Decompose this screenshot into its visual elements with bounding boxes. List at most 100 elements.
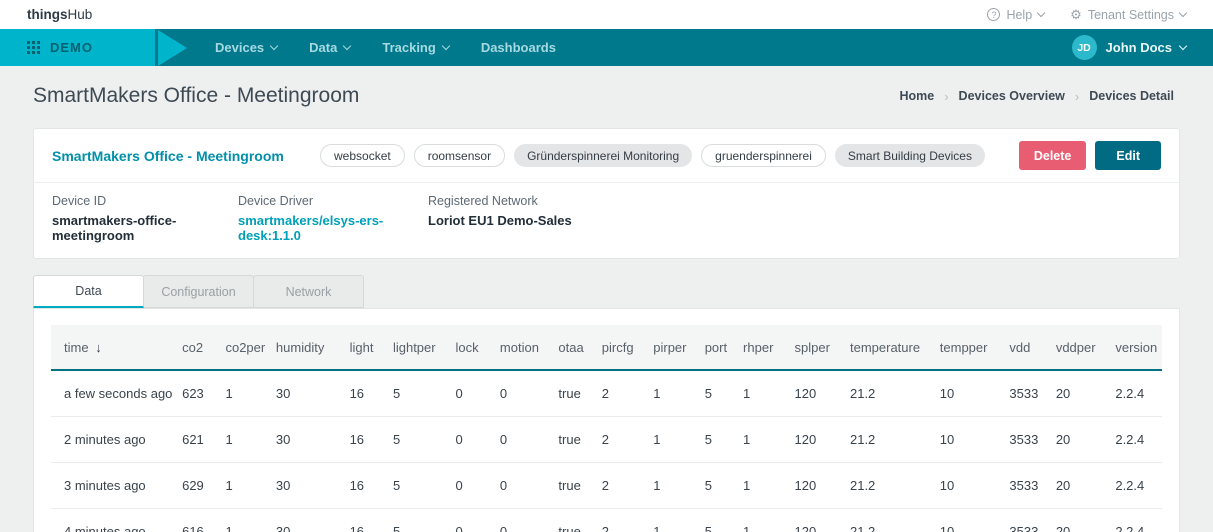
tag-smart-building-devices[interactable]: Smart Building Devices [835, 144, 985, 167]
column-header-tempper[interactable]: tempper [932, 325, 1002, 370]
cell: 1 [217, 417, 267, 463]
cell: 0 [492, 509, 551, 532]
app-logo-things: things [27, 7, 68, 22]
chevron-right-icon: › [1075, 89, 1079, 104]
column-header-co2per[interactable]: co2per [217, 325, 267, 370]
table-row[interactable]: 4 minutes ago61613016500true215112021.21… [51, 509, 1162, 532]
cell: 4 minutes ago [51, 509, 174, 532]
column-header-vdd[interactable]: vdd [1001, 325, 1047, 370]
cell: 2.2.4 [1107, 463, 1162, 509]
cell: 120 [787, 463, 842, 509]
column-header-light[interactable]: light [342, 325, 385, 370]
tag-websocket[interactable]: websocket [320, 144, 405, 167]
tag-gr-nderspinnerei-monitoring[interactable]: Gründerspinnerei Monitoring [514, 144, 692, 167]
device-card-header: SmartMakers Office - Meetingroom websock… [34, 129, 1179, 182]
field-value-link[interactable]: smartmakers/elsys-ers-desk:1.1.0 [238, 213, 428, 243]
device-summary-card: SmartMakers Office - Meetingroom websock… [33, 128, 1180, 259]
table-row[interactable]: a few seconds ago62313016500true21511202… [51, 370, 1162, 417]
apps-grid-icon [27, 41, 40, 54]
help-menu[interactable]: ? Help [987, 8, 1044, 22]
field-registered-network: Registered NetworkLoriot EU1 Demo-Sales [428, 194, 572, 243]
column-header-port[interactable]: port [697, 325, 735, 370]
data-table: time ↓co2co2perhumiditylightlightperlock… [51, 325, 1162, 532]
topbar-menus: ? Help ⚙ Tenant Settings [987, 8, 1186, 22]
delete-button[interactable]: Delete [1019, 141, 1087, 170]
chevron-down-icon [1179, 8, 1187, 16]
tab-data[interactable]: Data [33, 275, 144, 308]
tag-roomsensor[interactable]: roomsensor [414, 144, 505, 167]
cell: 1 [217, 463, 267, 509]
column-header-humidity[interactable]: humidity [268, 325, 342, 370]
user-menu[interactable]: John Docs [1106, 40, 1186, 55]
nav-item-label: Tracking [382, 40, 435, 55]
cell: 0 [448, 509, 492, 532]
page-header: SmartMakers Office - Meetingroom Home › … [0, 66, 1213, 128]
nav-item-label: Dashboards [481, 40, 556, 55]
chevron-right-icon: › [944, 89, 948, 104]
column-header-splper[interactable]: splper [787, 325, 842, 370]
cell: 0 [492, 463, 551, 509]
column-header-pircfg[interactable]: pircfg [594, 325, 645, 370]
nav-item-devices[interactable]: Devices [215, 40, 277, 55]
cell: 3533 [1001, 417, 1047, 463]
cell: 30 [268, 370, 342, 417]
cell: 629 [174, 463, 217, 509]
cell: true [550, 417, 593, 463]
cell: 120 [787, 370, 842, 417]
cell: 10 [932, 463, 1002, 509]
cell: 1 [645, 509, 696, 532]
cell: 0 [448, 463, 492, 509]
cell: 30 [268, 509, 342, 532]
tag-gruenderspinnerei[interactable]: gruenderspinnerei [701, 144, 826, 167]
cell: 21.2 [842, 370, 932, 417]
breadcrumb: Home › Devices Overview › Devices Detail [899, 89, 1174, 104]
column-header-pirper[interactable]: pirper [645, 325, 696, 370]
cell: 1 [645, 417, 696, 463]
column-header-co2[interactable]: co2 [174, 325, 217, 370]
edit-button[interactable]: Edit [1095, 141, 1161, 170]
field-device-id: Device IDsmartmakers-office-meetingroom [52, 194, 238, 243]
field-label: Registered Network [428, 194, 572, 208]
cell: 10 [932, 417, 1002, 463]
column-header-version[interactable]: version [1107, 325, 1162, 370]
tenant-selector[interactable]: DEMO [0, 29, 155, 66]
app-logo[interactable]: thingsHub [27, 7, 92, 22]
tenant-arrow-shape [158, 30, 187, 66]
cell: 5 [697, 370, 735, 417]
avatar[interactable]: JD [1072, 35, 1097, 60]
cell: 3 minutes ago [51, 463, 174, 509]
cell: 3533 [1001, 370, 1047, 417]
column-header-temperature[interactable]: temperature [842, 325, 932, 370]
main-nav: DEMO Devices Data Tracking Dashboards JD Jo… [0, 29, 1213, 66]
nav-item-tracking[interactable]: Tracking [382, 40, 448, 55]
cell: 5 [385, 370, 448, 417]
field-value: smartmakers-office-meetingroom [52, 213, 238, 243]
chevron-down-icon [270, 41, 278, 49]
table-row[interactable]: 3 minutes ago62913016500true215112021.21… [51, 463, 1162, 509]
column-header-lock[interactable]: lock [448, 325, 492, 370]
cell: 120 [787, 417, 842, 463]
tenant-settings-menu[interactable]: ⚙ Tenant Settings [1070, 8, 1186, 22]
cell: 20 [1048, 417, 1108, 463]
cell: 2 [594, 509, 645, 532]
column-header-rhper[interactable]: rhper [735, 325, 786, 370]
help-label: Help [1006, 8, 1032, 22]
cell: 5 [385, 463, 448, 509]
column-header-time[interactable]: time ↓ [51, 325, 174, 370]
cell: 16 [342, 417, 385, 463]
tenant-name: DEMO [50, 40, 93, 55]
column-header-lightper[interactable]: lightper [385, 325, 448, 370]
breadcrumb-devices-overview[interactable]: Devices Overview [959, 89, 1065, 103]
column-header-motion[interactable]: motion [492, 325, 551, 370]
breadcrumb-home[interactable]: Home [899, 89, 934, 103]
column-header-vddper[interactable]: vddper [1048, 325, 1108, 370]
tab-configuration[interactable]: Configuration [143, 275, 254, 308]
tab-network[interactable]: Network [253, 275, 364, 308]
cell: 5 [385, 509, 448, 532]
tag-list: websocket roomsensor Gründerspinnerei Moni… [320, 144, 985, 167]
table-row[interactable]: 2 minutes ago62113016500true215112021.21… [51, 417, 1162, 463]
cell: 16 [342, 509, 385, 532]
nav-item-dashboards[interactable]: Dashboards [481, 40, 556, 55]
nav-item-data[interactable]: Data [309, 40, 350, 55]
column-header-otaa[interactable]: otaa [550, 325, 593, 370]
